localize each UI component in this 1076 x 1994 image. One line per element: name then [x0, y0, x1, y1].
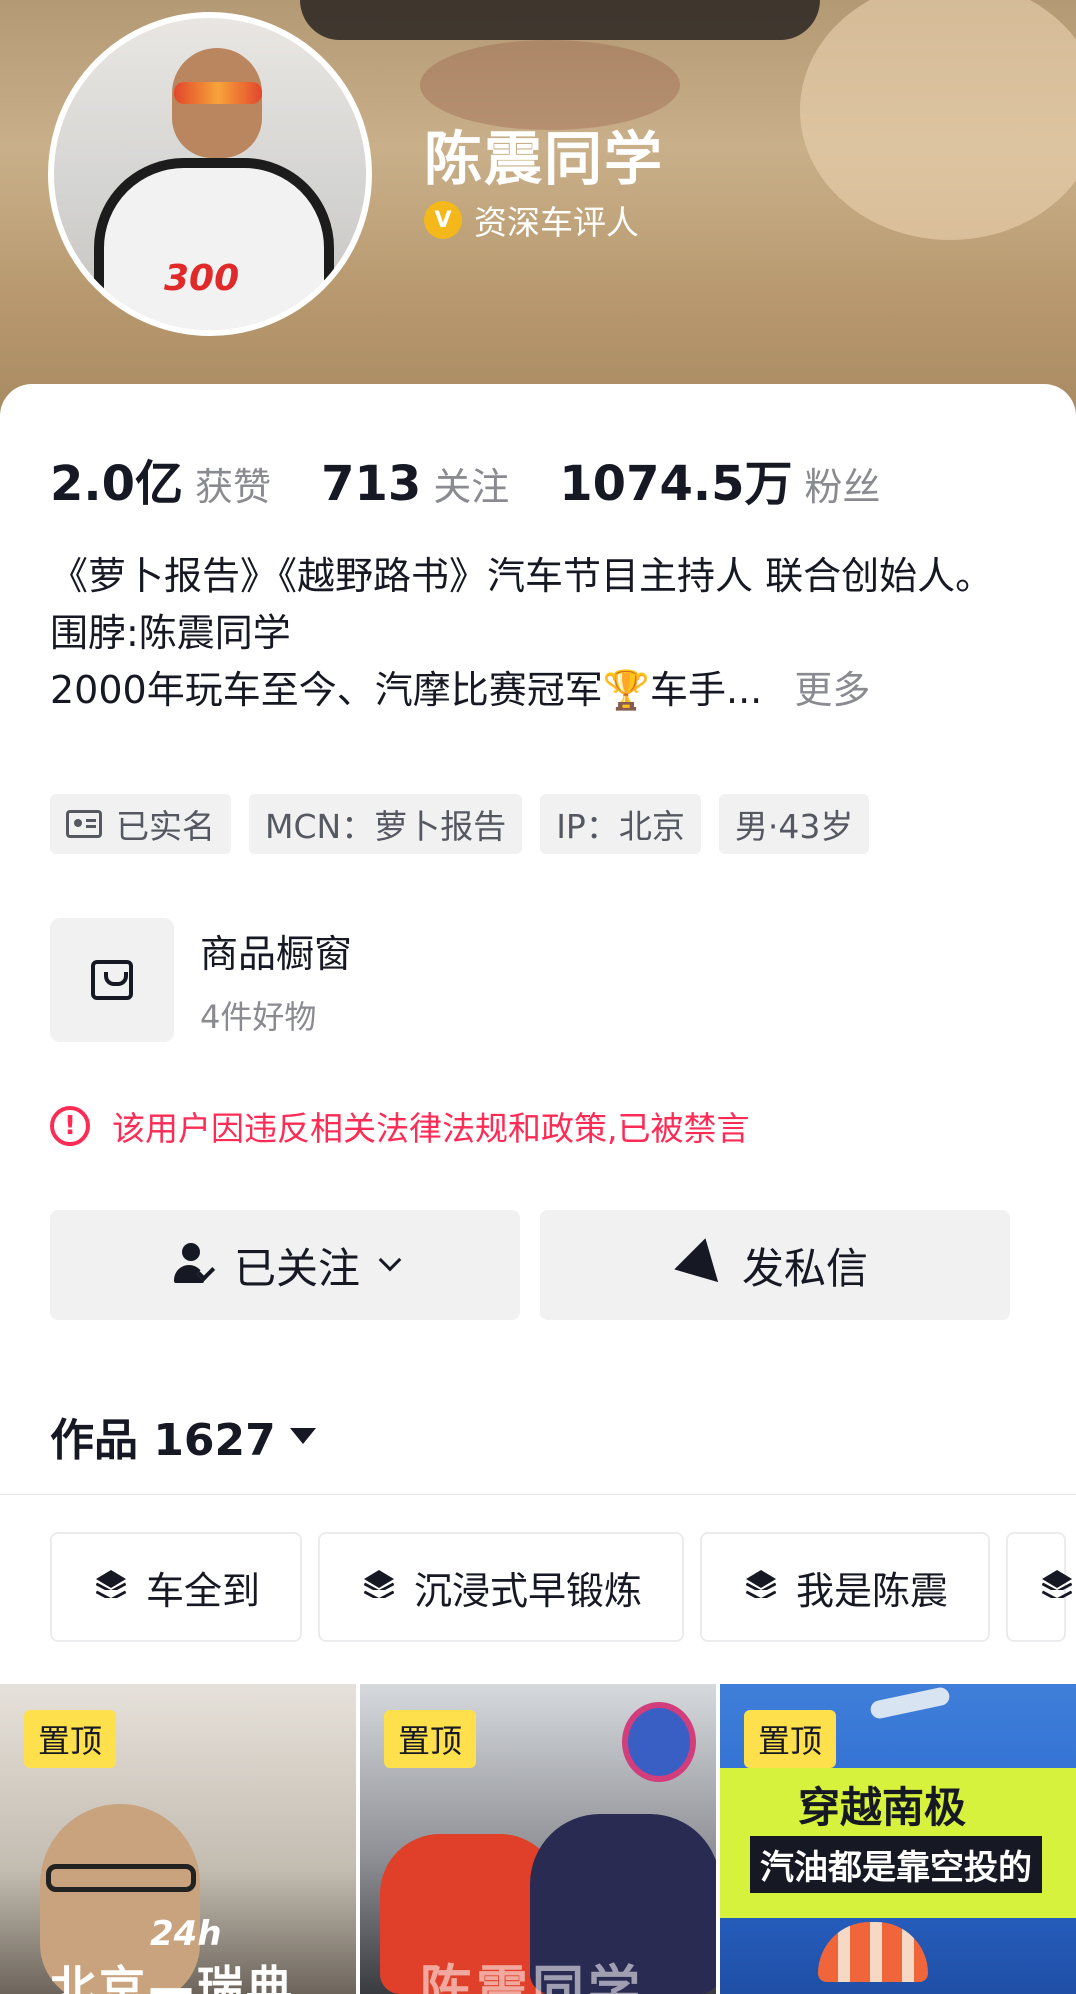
- layers-icon: [360, 1570, 398, 1604]
- layers-icon: [92, 1570, 130, 1604]
- collections-row: 车全到 沉浸式早锻炼 我是陈震: [50, 1532, 1073, 1642]
- collection-item[interactable]: 车全到: [50, 1532, 303, 1642]
- video-overlay-title: 陈震同学: [420, 1961, 645, 1994]
- avatar[interactable]: 300: [48, 12, 372, 336]
- video-overlay-title: 北京—瑞典: [50, 1961, 295, 1994]
- send-icon: [674, 1238, 734, 1298]
- bio-line-3: 2000年玩车至今、汽摩比赛冠军🏆车手... 更多: [50, 668, 871, 712]
- stat-likes: 2.0亿 获赞: [50, 456, 272, 512]
- pinned-badge: 置顶: [384, 1710, 477, 1768]
- bio-line-1: 《萝卜报告》《越野路书》汽车节目主持人 联合创始人。: [50, 554, 994, 598]
- video-grid: 置顶 24h 北京—瑞典 置顶 陈震同学 置顶 穿越南极 汽油都是靠空投的: [0, 1684, 1076, 1994]
- send-message-button[interactable]: 发私信: [540, 1210, 1010, 1320]
- shop-title: 商品橱窗: [200, 931, 353, 976]
- profile-tags: 已实名 MCN：萝卜报告 IP：北京 男·43岁: [50, 794, 870, 854]
- bio: 《萝卜报告》《越野路书》汽车节目主持人 联合创始人。 围脖:陈震同学 2000年…: [50, 548, 1030, 719]
- video-thumbnail[interactable]: 置顶 24h 北京—瑞典: [0, 1684, 356, 1994]
- tag-verified: 已实名: [50, 794, 231, 854]
- tag-gender-age: 男·43岁: [718, 794, 870, 854]
- shopping-bag-icon: [50, 918, 174, 1042]
- collection-item[interactable]: 沉浸式早锻炼: [318, 1532, 685, 1642]
- v-badge-icon: V: [424, 201, 462, 239]
- tag-mcn[interactable]: MCN：萝卜报告: [249, 794, 523, 854]
- followed-button[interactable]: 已关注: [50, 1210, 520, 1320]
- video-overlay-sub: 24h: [150, 1914, 222, 1954]
- shop-subtitle: 4件好物: [200, 997, 317, 1036]
- bio-more-button[interactable]: 更多: [794, 668, 870, 712]
- stat-followers[interactable]: 1074.5万 粉丝: [559, 444, 880, 514]
- ban-notice: ! 该用户因违反相关法律法规和政策,已被禁言: [50, 1102, 750, 1150]
- layers-icon: [1038, 1570, 1073, 1604]
- profile-name: 陈震同学: [424, 125, 665, 193]
- user-check-icon: [172, 1243, 216, 1287]
- id-card-icon: [66, 810, 102, 838]
- stats-row: 2.0亿 获赞 713 关注 1074.5万 粉丝: [50, 444, 931, 514]
- ban-notice-text: 该用户因违反相关法律法规和政策,已被禁言: [112, 1109, 750, 1148]
- warning-icon: !: [50, 1106, 90, 1146]
- divider: [0, 1494, 1076, 1495]
- video-overlay-title: 穿越南极: [798, 1783, 967, 1832]
- tag-ip: IP：北京: [540, 794, 701, 854]
- caret-down-icon: [289, 1428, 316, 1444]
- stat-following[interactable]: 713 关注: [321, 456, 509, 512]
- bio-line-2: 围脖:陈震同学: [50, 611, 291, 655]
- verify-badge: V 资深车评人: [424, 196, 639, 244]
- pinned-badge: 置顶: [744, 1710, 837, 1768]
- layers-icon: [742, 1570, 780, 1604]
- video-overlay-sub: 汽油都是靠空投的: [750, 1836, 1042, 1893]
- pinned-badge: 置顶: [24, 1710, 117, 1768]
- video-thumbnail[interactable]: 置顶 穿越南极 汽油都是靠空投的: [720, 1684, 1076, 1994]
- verify-label: 资深车评人: [474, 203, 639, 242]
- video-thumbnail[interactable]: 置顶 陈震同学: [360, 1684, 716, 1994]
- shop-window[interactable]: 商品橱窗 4件好物: [50, 918, 352, 1042]
- works-tab[interactable]: 作品 1627: [50, 1404, 316, 1468]
- collection-item[interactable]: 我是陈震: [700, 1532, 991, 1642]
- chevron-down-icon: [378, 1248, 402, 1272]
- collection-item[interactable]: [1006, 1532, 1073, 1642]
